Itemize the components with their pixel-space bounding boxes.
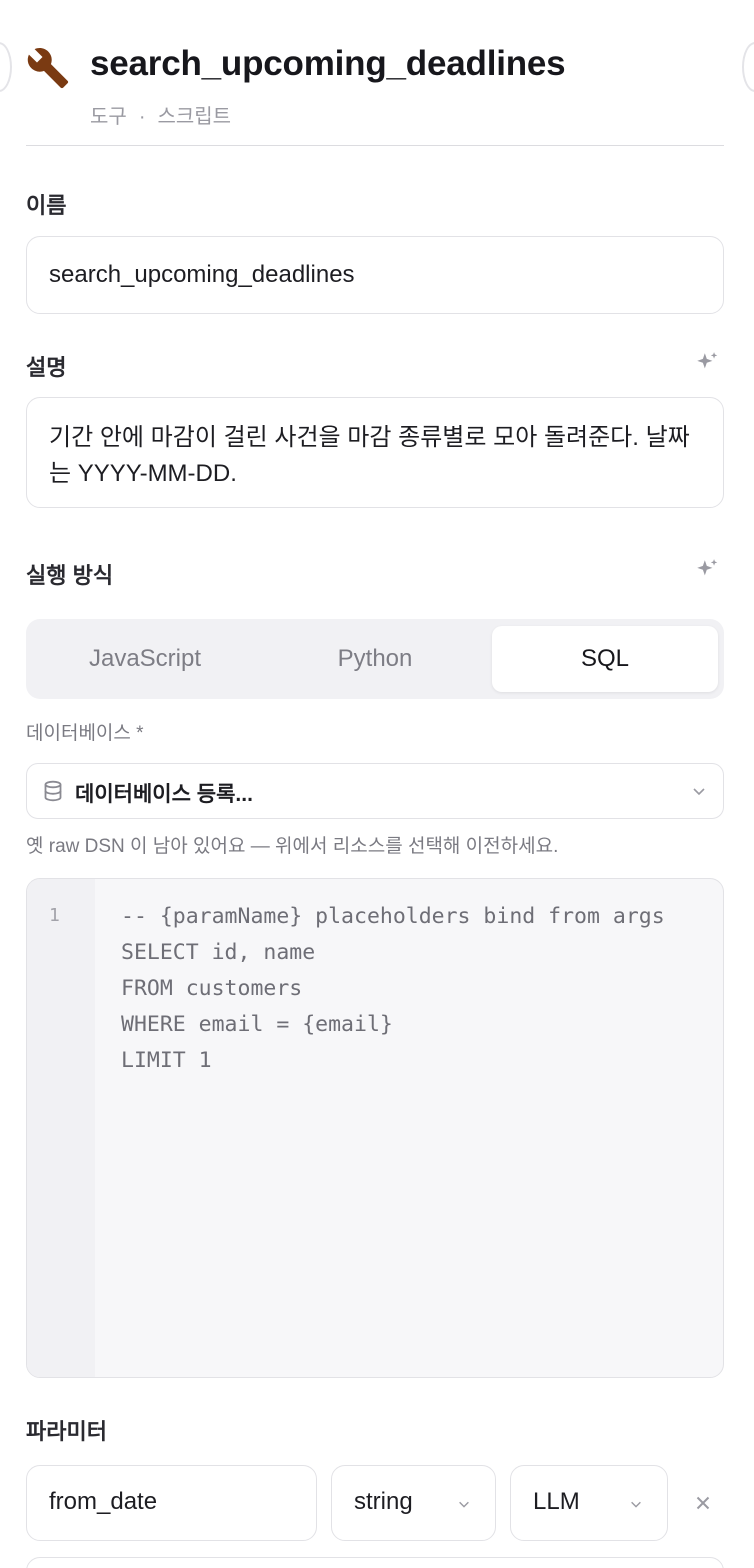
tab-javascript[interactable]: JavaScript: [32, 626, 258, 692]
header-divider: [26, 145, 724, 146]
tab-python[interactable]: Python: [262, 626, 488, 692]
close-icon[interactable]: [692, 1492, 714, 1514]
database-hint: 옛 raw DSN 이 남아 있어요 — 위에서 리소스를 선택해 이전하세요.: [26, 836, 559, 857]
tool-title: search_upcoming_deadlines: [90, 44, 566, 83]
param-source-select[interactable]: LLM: [510, 1465, 668, 1541]
chevron-down-icon: [459, 1501, 469, 1508]
chevron-down-icon: [631, 1501, 641, 1508]
subtitle-separator: ·: [138, 106, 146, 128]
database-label: 데이터베이스 *: [26, 723, 144, 744]
name-label: 이름: [26, 193, 67, 218]
language-segmented-control: JavaScript Python SQL: [26, 619, 724, 699]
sparkle-icon[interactable]: [694, 557, 720, 583]
param-type-value: string: [354, 1488, 413, 1515]
line-number: 1: [49, 905, 60, 926]
wrench-icon: [27, 48, 69, 89]
tool-kind-label: 스크립트: [157, 106, 232, 128]
collapse-right-handle[interactable]: [742, 42, 754, 92]
param-type-select[interactable]: string: [331, 1465, 496, 1541]
tab-sql[interactable]: SQL: [492, 626, 718, 692]
param-source-value: LLM: [533, 1488, 580, 1515]
tool-header: search_upcoming_deadlines 도구 · 스크립트: [26, 40, 724, 130]
param-name-value: from_date: [49, 1488, 158, 1515]
param-name-field[interactable]: from_date: [26, 1465, 317, 1541]
execution-mode-label: 실행 방식: [26, 563, 114, 588]
description-field[interactable]: 기간 안에 마감이 걸린 사건을 마감 종류별로 모아 돌려준다. 날짜는 YY…: [26, 397, 724, 508]
description-field-value: 기간 안에 마감이 걸린 사건을 마감 종류별로 모아 돌려준다. 날짜는 YY…: [49, 424, 690, 487]
description-label: 설명: [26, 355, 67, 380]
next-param-row[interactable]: [26, 1557, 724, 1568]
database-select[interactable]: 데이터베이스 등록...: [26, 763, 724, 819]
database-select-value: 데이터베이스 등록...: [75, 783, 253, 806]
sparkle-icon[interactable]: [694, 350, 720, 376]
tool-subtitle: 도구 · 스크립트: [90, 100, 231, 129]
name-field[interactable]: search_upcoming_deadlines: [26, 236, 724, 314]
chevron-down-icon: [693, 788, 705, 796]
tool-editor-panel: search_upcoming_deadlines 도구 · 스크립트 이름 sea…: [0, 0, 754, 1568]
collapse-left-handle[interactable]: [0, 42, 12, 92]
database-icon: [44, 780, 62, 802]
parameters-label: 파라미터: [26, 1419, 107, 1444]
code-editor[interactable]: 1 -- {paramName} placeholders bind from …: [26, 878, 724, 1378]
editor-gutter: [27, 879, 95, 1377]
tool-type-label: 도구: [90, 106, 127, 128]
name-field-value: search_upcoming_deadlines: [49, 261, 355, 288]
code-content[interactable]: -- {paramName} placeholders bind from ar…: [121, 899, 665, 1079]
